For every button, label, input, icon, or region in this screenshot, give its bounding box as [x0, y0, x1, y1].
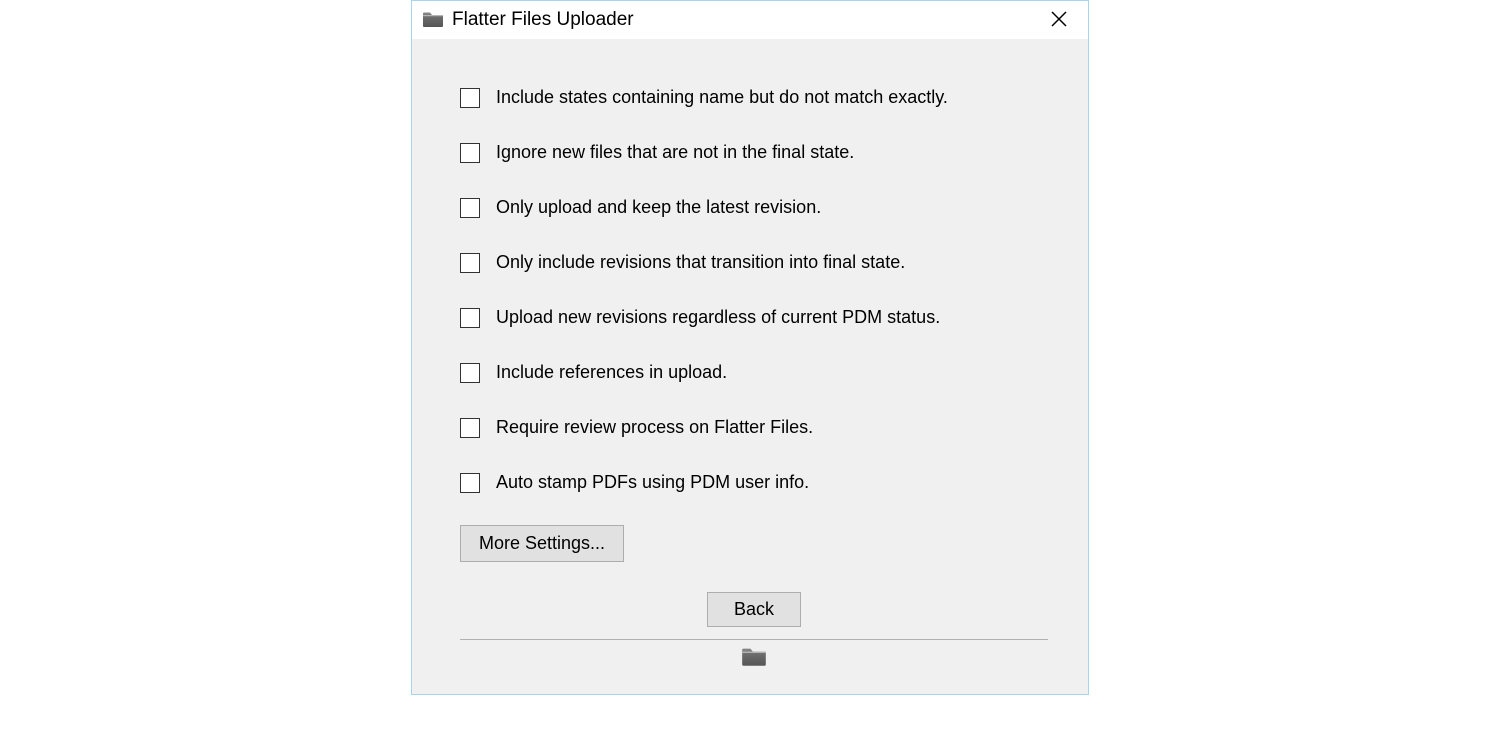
option-include-references: Include references in upload.: [460, 362, 1048, 383]
content-panel: Include states containing name but do no…: [412, 39, 1088, 694]
option-auto-stamp-pdfs: Auto stamp PDFs using PDM user info.: [460, 472, 1048, 493]
checkbox-include-references[interactable]: [460, 363, 480, 383]
checkbox-label: Include references in upload.: [496, 362, 727, 383]
checkbox-transition-final-state[interactable]: [460, 253, 480, 273]
checkbox-label: Upload new revisions regardless of curre…: [496, 307, 940, 328]
back-button[interactable]: Back: [707, 592, 801, 627]
window-title: Flatter Files Uploader: [452, 9, 1044, 31]
checkbox-include-states[interactable]: [460, 88, 480, 108]
checkbox-label: Include states containing name but do no…: [496, 87, 948, 108]
more-settings-button[interactable]: More Settings...: [460, 525, 624, 562]
folder-icon: [741, 648, 767, 668]
option-transition-final-state: Only include revisions that transition i…: [460, 252, 1048, 273]
divider: [460, 639, 1048, 640]
close-button[interactable]: [1044, 5, 1074, 35]
checkbox-label: Auto stamp PDFs using PDM user info.: [496, 472, 809, 493]
checkbox-auto-stamp-pdfs[interactable]: [460, 473, 480, 493]
close-icon: [1051, 11, 1067, 30]
option-require-review: Require review process on Flatter Files.: [460, 417, 1048, 438]
titlebar: Flatter Files Uploader: [412, 1, 1088, 39]
checkbox-upload-regardless-pdm[interactable]: [460, 308, 480, 328]
app-window: Flatter Files Uploader Include states co…: [411, 0, 1089, 695]
checkbox-ignore-new-files[interactable]: [460, 143, 480, 163]
checkbox-only-latest-revision[interactable]: [460, 198, 480, 218]
footer: [460, 648, 1048, 674]
checkbox-label: Require review process on Flatter Files.: [496, 417, 813, 438]
back-row: Back: [460, 592, 1048, 627]
option-upload-regardless-pdm: Upload new revisions regardless of curre…: [460, 307, 1048, 328]
option-only-latest-revision: Only upload and keep the latest revision…: [460, 197, 1048, 218]
option-ignore-new-files: Ignore new files that are not in the fin…: [460, 142, 1048, 163]
option-include-states: Include states containing name but do no…: [460, 87, 1048, 108]
checkbox-label: Only upload and keep the latest revision…: [496, 197, 821, 218]
folder-icon: [422, 12, 444, 28]
checkbox-label: Only include revisions that transition i…: [496, 252, 905, 273]
checkbox-label: Ignore new files that are not in the fin…: [496, 142, 854, 163]
checkbox-require-review[interactable]: [460, 418, 480, 438]
